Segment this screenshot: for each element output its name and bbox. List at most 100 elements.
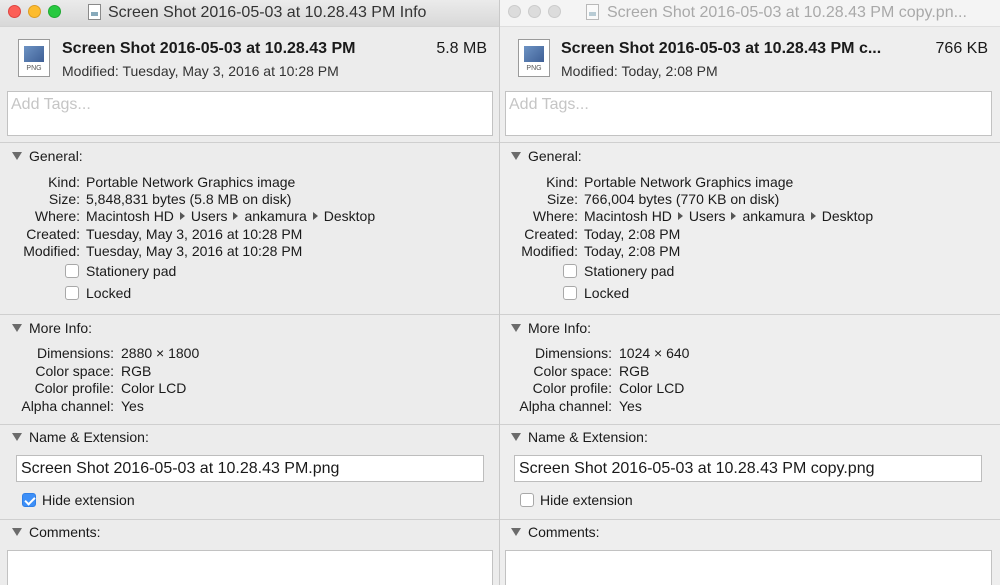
- section-comments-toggle[interactable]: Comments:: [511, 524, 600, 540]
- divider: [0, 142, 499, 143]
- disclosure-triangle-icon[interactable]: [12, 152, 22, 160]
- section-name-extension-toggle[interactable]: Name & Extension:: [511, 429, 648, 445]
- window-title: Screen Shot 2016-05-03 at 10.28.43 PM In…: [108, 4, 427, 21]
- file-modified: Modified: Tuesday, May 3, 2016 at 10:28 …: [62, 63, 339, 79]
- section-general-header: General:: [528, 148, 582, 164]
- close-button[interactable]: [8, 5, 21, 18]
- minimize-button[interactable]: [28, 5, 41, 18]
- title-bar[interactable]: Screen Shot 2016-05-03 at 10.28.43 PM In…: [0, 0, 499, 27]
- hide-extension-checkbox[interactable]: [22, 493, 36, 507]
- locked-checkbox[interactable]: [563, 286, 577, 300]
- created-label: Created:: [26, 226, 80, 242]
- file-size: 766 KB: [935, 40, 988, 57]
- path-item[interactable]: ankamura: [742, 208, 804, 224]
- kind-value: Portable Network Graphics image: [584, 174, 794, 190]
- modified-label: Modified:: [521, 243, 578, 259]
- created-value: Today, 2:08 PM: [584, 226, 681, 242]
- alpha-label: Alpha channel:: [519, 398, 612, 414]
- path-chevron-icon: [731, 212, 737, 220]
- document-icon[interactable]: [586, 4, 599, 20]
- filename-input[interactable]: Screen Shot 2016-05-03 at 10.28.43 PM co…: [514, 455, 982, 482]
- title-bar[interactable]: Screen Shot 2016-05-03 at 10.28.43 PM co…: [500, 0, 1000, 27]
- disclosure-triangle-icon[interactable]: [511, 433, 521, 441]
- comments-field[interactable]: [505, 550, 992, 585]
- zoom-button[interactable]: [48, 5, 61, 18]
- kind-value: Portable Network Graphics image: [86, 174, 296, 190]
- disclosure-triangle-icon[interactable]: [511, 324, 521, 332]
- path-item[interactable]: Users: [191, 208, 228, 224]
- kind-label: Kind:: [546, 174, 578, 190]
- locked-label[interactable]: Locked: [86, 285, 131, 301]
- filename-value: Screen Shot 2016-05-03 at 10.28.43 PM.pn…: [21, 460, 340, 477]
- dimensions-value: 2880 × 1800: [121, 345, 200, 361]
- disclosure-triangle-icon[interactable]: [511, 152, 521, 160]
- stationery-pad-label[interactable]: Stationery pad: [584, 263, 674, 279]
- path-item[interactable]: Desktop: [324, 208, 375, 224]
- profile-label: Color profile:: [34, 380, 114, 396]
- png-badge: PNG: [526, 65, 542, 72]
- section-comments-toggle[interactable]: Comments:: [12, 524, 101, 540]
- document-icon[interactable]: [88, 4, 101, 20]
- minimize-button[interactable]: [528, 5, 541, 18]
- alpha-value: Yes: [121, 398, 144, 414]
- section-name-extension-toggle[interactable]: Name & Extension:: [12, 429, 149, 445]
- disclosure-triangle-icon[interactable]: [511, 528, 521, 536]
- png-badge: PNG: [26, 65, 42, 72]
- comments-field[interactable]: [7, 550, 493, 585]
- where-label: Where:: [532, 208, 578, 224]
- dimensions-label: Dimensions:: [36, 345, 114, 361]
- path-item[interactable]: Macintosh HD: [584, 208, 672, 224]
- hide-extension-checkbox[interactable]: [520, 493, 534, 507]
- profile-value: Color LCD: [121, 380, 187, 396]
- section-comments-header: Comments:: [29, 524, 101, 540]
- hide-extension-label[interactable]: Hide extension: [540, 492, 633, 508]
- tags-field[interactable]: Add Tags...: [505, 91, 992, 136]
- section-name-extension-header: Name & Extension:: [29, 429, 149, 445]
- zoom-button[interactable]: [548, 5, 561, 18]
- where-path[interactable]: Macintosh HD Users ankamura Desktop: [86, 208, 375, 225]
- locked-label[interactable]: Locked: [584, 285, 629, 301]
- info-window-original: Screen Shot 2016-05-03 at 10.28.43 PM In…: [0, 0, 500, 585]
- kind-label: Kind:: [48, 174, 80, 190]
- where-label: Where:: [34, 208, 80, 224]
- size-value: 766,004 bytes (770 KB on disk): [584, 191, 780, 207]
- section-more-info-toggle[interactable]: More Info:: [12, 320, 92, 336]
- path-item[interactable]: ankamura: [244, 208, 306, 224]
- section-more-info-header: More Info:: [29, 320, 93, 336]
- hide-extension-label[interactable]: Hide extension: [42, 492, 135, 508]
- locked-checkbox[interactable]: [65, 286, 79, 300]
- path-item[interactable]: Users: [689, 208, 726, 224]
- divider: [500, 142, 1000, 143]
- filename-input[interactable]: Screen Shot 2016-05-03 at 10.28.43 PM.pn…: [16, 455, 484, 482]
- info-window-copy: Screen Shot 2016-05-03 at 10.28.43 PM co…: [500, 0, 1000, 585]
- path-item[interactable]: Desktop: [822, 208, 873, 224]
- file-modified: Modified: Today, 2:08 PM: [561, 63, 718, 79]
- path-item[interactable]: Macintosh HD: [86, 208, 174, 224]
- section-general-toggle[interactable]: General:: [12, 148, 83, 164]
- file-name: Screen Shot 2016-05-03 at 10.28.43 PM: [62, 40, 356, 57]
- stationery-pad-label[interactable]: Stationery pad: [86, 263, 176, 279]
- file-icon[interactable]: PNG: [18, 39, 50, 77]
- colorspace-label: Color space:: [533, 363, 612, 379]
- file-name: Screen Shot 2016-05-03 at 10.28.43 PM c.…: [561, 40, 882, 57]
- path-chevron-icon: [233, 212, 239, 220]
- section-more-info-toggle[interactable]: More Info:: [511, 320, 591, 336]
- close-button[interactable]: [508, 5, 521, 18]
- stationery-pad-checkbox[interactable]: [563, 264, 577, 278]
- tags-field[interactable]: Add Tags...: [7, 91, 493, 136]
- disclosure-triangle-icon[interactable]: [12, 528, 22, 536]
- filename-value: Screen Shot 2016-05-03 at 10.28.43 PM co…: [519, 460, 875, 477]
- stationery-pad-checkbox[interactable]: [65, 264, 79, 278]
- size-label: Size:: [546, 191, 578, 207]
- colorspace-value: RGB: [121, 363, 152, 379]
- file-icon[interactable]: PNG: [518, 39, 550, 77]
- file-size: 5.8 MB: [436, 40, 487, 57]
- disclosure-triangle-icon[interactable]: [12, 433, 22, 441]
- section-general-toggle[interactable]: General:: [511, 148, 582, 164]
- disclosure-triangle-icon[interactable]: [12, 324, 22, 332]
- divider: [0, 424, 499, 425]
- alpha-label: Alpha channel:: [21, 398, 114, 414]
- section-comments-header: Comments:: [528, 524, 600, 540]
- section-general-header: General:: [29, 148, 83, 164]
- where-path[interactable]: Macintosh HD Users ankamura Desktop: [584, 208, 873, 225]
